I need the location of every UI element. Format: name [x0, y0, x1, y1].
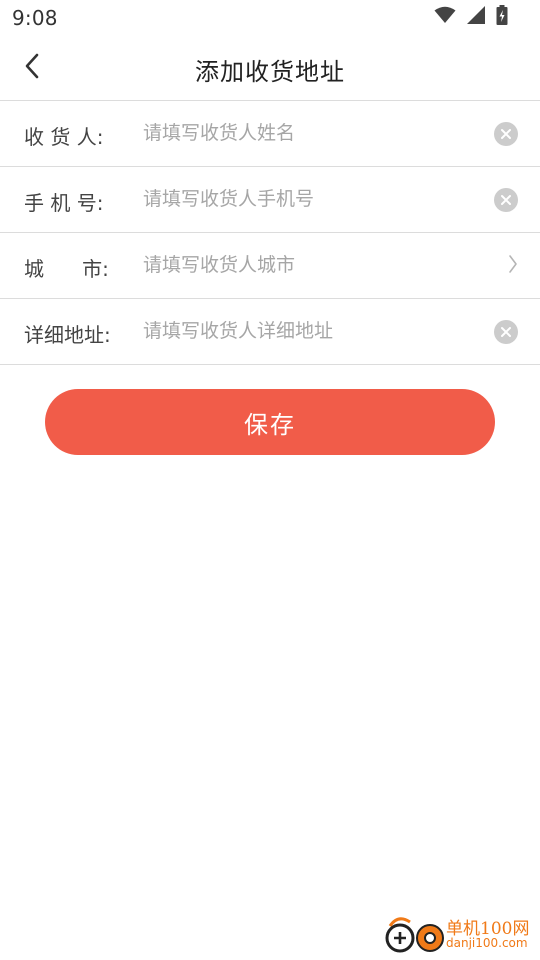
clear-icon: [500, 323, 512, 342]
clear-icon: [500, 191, 512, 210]
battery-charging-icon: [496, 5, 508, 29]
save-button[interactable]: 保存: [45, 389, 495, 455]
city-picker-button[interactable]: [506, 255, 520, 277]
recipient-clear-button[interactable]: [494, 122, 518, 146]
recipient-label: 收 货 人:: [24, 125, 104, 149]
watermark: 单机100网 danji100.com: [384, 914, 534, 958]
address-form: 收 货 人: 手 机 号: 城: [0, 101, 540, 365]
chevron-right-icon: [508, 254, 518, 278]
phone-input[interactable]: [143, 181, 473, 217]
address-label: 详细地址:: [24, 323, 111, 347]
form-row-recipient: 收 货 人:: [0, 101, 540, 167]
form-row-address: 详细地址:: [0, 299, 540, 365]
cell-signal-icon: [466, 6, 486, 28]
watermark-logo-icon: [384, 916, 444, 960]
page-title: 添加收货地址: [195, 58, 345, 86]
screen: 9:08 添加收货地址 收 货 人: 请填写收货人姓名 手 机 号: 请填写收货…: [0, 0, 540, 960]
phone-label: 手 机 号:: [24, 191, 104, 215]
watermark-subtext: danji100.com: [446, 936, 528, 950]
city-input[interactable]: [143, 247, 473, 283]
detailed-address-input[interactable]: [143, 313, 473, 349]
status-time: 9:08: [12, 6, 58, 30]
form-row-phone: 手 机 号:: [0, 167, 540, 233]
phone-clear-button[interactable]: [494, 188, 518, 212]
wifi-icon: [434, 6, 456, 28]
address-clear-button[interactable]: [494, 320, 518, 344]
clear-icon: [500, 125, 512, 144]
header: 添加收货地址: [0, 36, 540, 101]
city-label: 城 市:: [24, 257, 109, 281]
status-icons: [434, 5, 508, 29]
recipient-name-input[interactable]: [143, 115, 473, 151]
status-bar: 9:08: [0, 0, 540, 36]
form-row-city[interactable]: 城 市:: [0, 233, 540, 299]
